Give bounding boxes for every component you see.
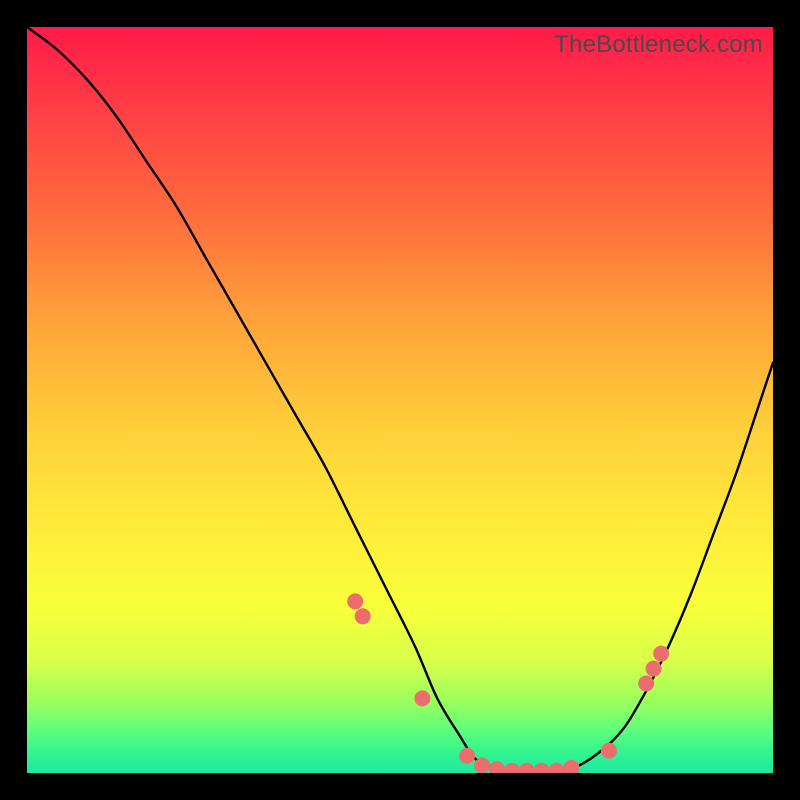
- curve-marker: [646, 661, 662, 677]
- curve-marker: [355, 608, 371, 624]
- curve-marker: [549, 763, 565, 773]
- curve-marker: [489, 761, 505, 773]
- curve-marker: [638, 676, 654, 692]
- curve-layer: [27, 27, 773, 773]
- curve-marker: [534, 763, 550, 773]
- curve-marker: [504, 763, 520, 773]
- bottleneck-curve: [27, 27, 773, 773]
- curve-marker: [347, 593, 363, 609]
- curve-marker: [414, 690, 430, 706]
- curve-marker: [474, 758, 490, 774]
- curve-marker: [519, 763, 535, 773]
- plot-area: TheBottleneck.com: [27, 27, 773, 773]
- chart-frame: TheBottleneck.com: [0, 0, 800, 800]
- watermark-text: TheBottleneck.com: [554, 31, 763, 59]
- curve-markers: [347, 593, 669, 773]
- curve-marker: [459, 748, 475, 764]
- curve-marker: [601, 743, 617, 759]
- curve-marker: [653, 646, 669, 662]
- curve-marker: [564, 760, 580, 773]
